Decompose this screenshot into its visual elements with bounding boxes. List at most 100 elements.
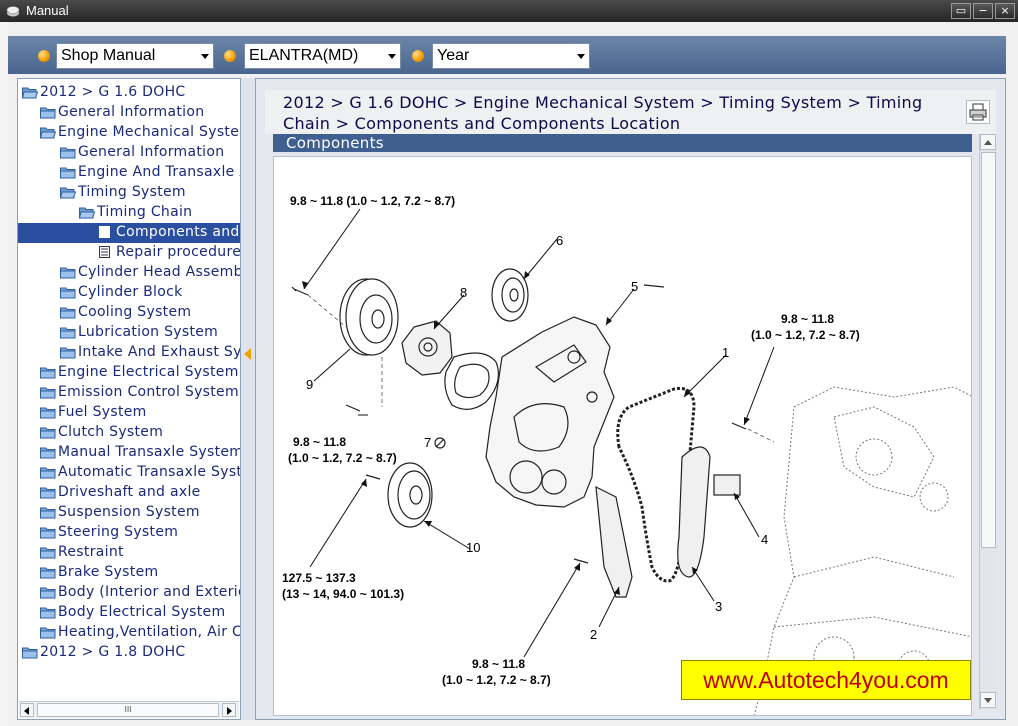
tree-item-label: Timing Chain — [97, 204, 192, 220]
part-number: 3 — [715, 599, 722, 614]
part-number: 2 — [590, 627, 597, 642]
tree-item-label: Emission Control System — [58, 384, 239, 400]
horizontal-scroll-thumb[interactable]: III — [37, 703, 219, 717]
tree-item-label: Cooling System — [78, 304, 191, 320]
folder-icon — [60, 306, 76, 319]
part-number: 7 — [424, 435, 431, 450]
torque-label: (1.0 ~ 1.2, 7.2 ~ 8.7) — [442, 673, 551, 687]
tree-item-label: Body (Interior and Exterior) — [58, 584, 241, 600]
vertical-scrollbar[interactable] — [979, 134, 997, 710]
folder-icon — [60, 146, 76, 159]
part-number: 10 — [466, 540, 480, 555]
print-button[interactable] — [966, 100, 990, 124]
folder-icon — [60, 346, 76, 359]
toolbar: Shop Manual ELANTRA(MD) Year — [8, 36, 1006, 74]
year-select[interactable]: Year — [432, 43, 590, 69]
folder-open-icon — [60, 186, 76, 199]
tree-item-label: Heating,Ventilation, Air Co — [58, 624, 241, 640]
close-button[interactable]: × — [995, 3, 1015, 19]
folder-icon — [40, 526, 56, 539]
tree-item[interactable]: Components and — [18, 223, 240, 243]
minimize-button[interactable]: − — [973, 3, 993, 19]
horizontal-scrollbar[interactable]: III — [19, 701, 239, 718]
torque-label: (13 ~ 14, 94.0 ~ 101.3) — [282, 587, 404, 601]
part-number: 1 — [722, 345, 729, 360]
tree-item-label: Automatic Transaxle Syster — [58, 464, 241, 480]
document-icon — [99, 226, 110, 238]
tree-item-label: Cylinder Head Assembly — [78, 264, 241, 280]
chevron-down-icon — [388, 54, 396, 59]
tree-item-label: 2012 > G 1.8 DOHC — [40, 644, 185, 660]
section-title: Components — [273, 134, 972, 152]
tree-item-label: Cylinder Block — [78, 284, 182, 300]
tree-item-label: General Information — [58, 104, 204, 120]
chevron-down-icon — [201, 54, 209, 59]
tree-item-label: Driveshaft and axle — [58, 484, 201, 500]
restore-button[interactable]: ▭ — [951, 3, 971, 19]
torque-label: (1.0 ~ 1.2, 7.2 ~ 8.7) — [288, 451, 397, 465]
vertical-scroll-thumb[interactable] — [981, 152, 996, 548]
breadcrumb: 2012 > G 1.6 DOHC > Engine Mechanical Sy… — [283, 92, 923, 134]
folder-icon — [22, 646, 38, 659]
navigation-tree: 2012 > G 1.6 DOHC General Information Engi… — [17, 78, 241, 720]
document-icon — [99, 246, 110, 258]
bullet-icon — [38, 50, 50, 62]
part-number: 6 — [556, 233, 563, 248]
folder-open-icon — [22, 86, 38, 99]
tree-item-label: Steering System — [58, 524, 178, 540]
tree-item-label: Engine Mechanical System — [58, 124, 241, 140]
collapse-arrow-icon[interactable] — [244, 348, 251, 360]
tree-item-label: Manual Transaxle System — [58, 444, 241, 460]
tree-item-label: Suspension System — [58, 504, 200, 520]
folder-icon — [40, 486, 56, 499]
manual-window: Manual ▭ − × Shop Manual ELANTRA(MD) Yea… — [0, 0, 1018, 726]
torque-label: 9.8 ~ 11.8 (1.0 ~ 1.2, 7.2 ~ 8.7) — [290, 194, 455, 208]
manual-type-select[interactable]: Shop Manual — [56, 43, 214, 69]
tree-item-label: Clutch System — [58, 424, 163, 440]
torque-label: 9.8 ~ 11.8 — [472, 657, 525, 671]
folder-icon — [40, 426, 56, 439]
tree-item-label: Timing System — [78, 184, 186, 200]
folder-icon — [40, 566, 56, 579]
folder-open-icon — [40, 126, 56, 139]
scroll-left-button[interactable] — [20, 703, 34, 717]
part-number: 5 — [631, 279, 638, 294]
scroll-down-button[interactable] — [980, 692, 996, 708]
tree-item-label: Intake And Exhaust Syst — [78, 344, 241, 360]
bullet-icon — [412, 50, 424, 62]
components-diagram: 9.8 ~ 11.8 (1.0 ~ 1.2, 7.2 ~ 8.7) 9.8 ~ … — [273, 156, 972, 716]
watermark-banner: www.Autotech4you.com — [681, 660, 971, 700]
chevron-down-icon — [577, 54, 585, 59]
scroll-right-button[interactable] — [222, 703, 236, 717]
model-select[interactable]: ELANTRA(MD) — [244, 43, 401, 69]
folder-icon — [60, 266, 76, 279]
tree-item-label: Engine Electrical System — [58, 364, 239, 380]
part-number: 4 — [761, 532, 768, 547]
part-number: 8 — [460, 285, 467, 300]
folder-icon — [40, 386, 56, 399]
folder-icon — [40, 606, 56, 619]
folder-icon — [40, 366, 56, 379]
panel-splitter[interactable] — [241, 78, 255, 720]
folder-icon — [40, 446, 56, 459]
folder-icon — [40, 466, 56, 479]
folder-icon — [40, 406, 56, 419]
folder-icon — [40, 506, 56, 519]
folder-icon — [40, 586, 56, 599]
scroll-up-button[interactable] — [980, 134, 996, 150]
folder-open-icon — [79, 206, 95, 219]
manual-type-value: Shop Manual — [61, 47, 155, 65]
window-border — [0, 22, 8, 726]
timing-chain-diagram: 9.8 ~ 11.8 (1.0 ~ 1.2, 7.2 ~ 8.7) 9.8 ~ … — [274, 157, 972, 716]
tree-item-label: 2012 > G 1.6 DOHC — [40, 84, 185, 100]
printer-icon — [967, 101, 989, 123]
tree-item-label: Engine And Transaxle A — [78, 164, 241, 180]
torque-label: (1.0 ~ 1.2, 7.2 ~ 8.7) — [751, 328, 860, 342]
tree-item-label: Lubrication System — [78, 324, 218, 340]
folder-icon — [60, 286, 76, 299]
folder-icon — [60, 326, 76, 339]
tree-item-label: Brake System — [58, 564, 158, 580]
torque-label: 127.5 ~ 137.3 — [282, 571, 356, 585]
model-value: ELANTRA(MD) — [249, 47, 358, 65]
tree-item-label: Components and — [116, 224, 240, 240]
